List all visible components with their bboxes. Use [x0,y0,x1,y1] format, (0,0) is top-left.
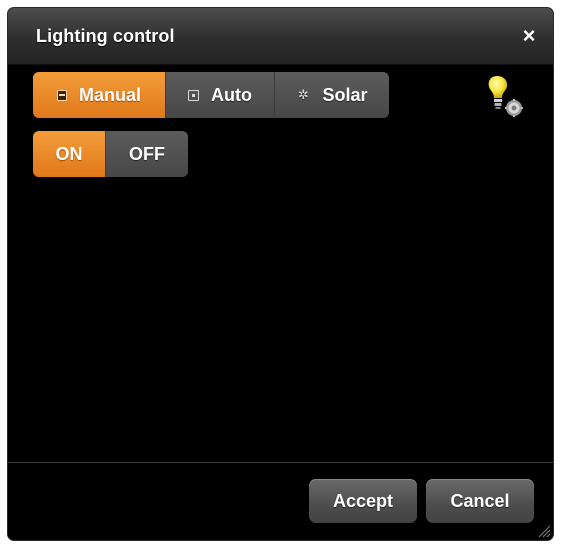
lightbulb-settings-icon [488,76,523,117]
manual-icon [56,89,67,101]
cancel-button[interactable]: Cancel [426,479,534,523]
dialog-title: Lighting control [36,26,175,46]
mode-selector: Manual Auto ✲ Solar [33,72,389,118]
sun-icon: ✲ [298,87,309,102]
accept-button[interactable]: Accept [309,479,417,523]
close-icon[interactable]: × [517,24,541,48]
mode-auto-label: Auto [211,84,252,105]
mode-auto-button[interactable]: Auto [166,72,275,118]
mode-solar-button[interactable]: ✲ Solar [275,72,389,118]
power-off-button[interactable]: OFF [106,131,188,177]
power-on-button[interactable]: ON [33,131,106,177]
lighting-control-dialog: Lighting control × Manual Auto ✲ Solar O… [8,8,553,540]
mode-manual-label: Manual [78,84,141,105]
mode-manual-button[interactable]: Manual [33,72,166,118]
mode-solar-label: Solar [322,84,368,105]
dialog-titlebar: Lighting control × [8,8,553,65]
power-toggle: ON OFF [33,131,188,177]
resize-grip-icon[interactable] [535,522,551,538]
footer-divider [8,462,553,463]
calendar-icon [188,89,199,101]
